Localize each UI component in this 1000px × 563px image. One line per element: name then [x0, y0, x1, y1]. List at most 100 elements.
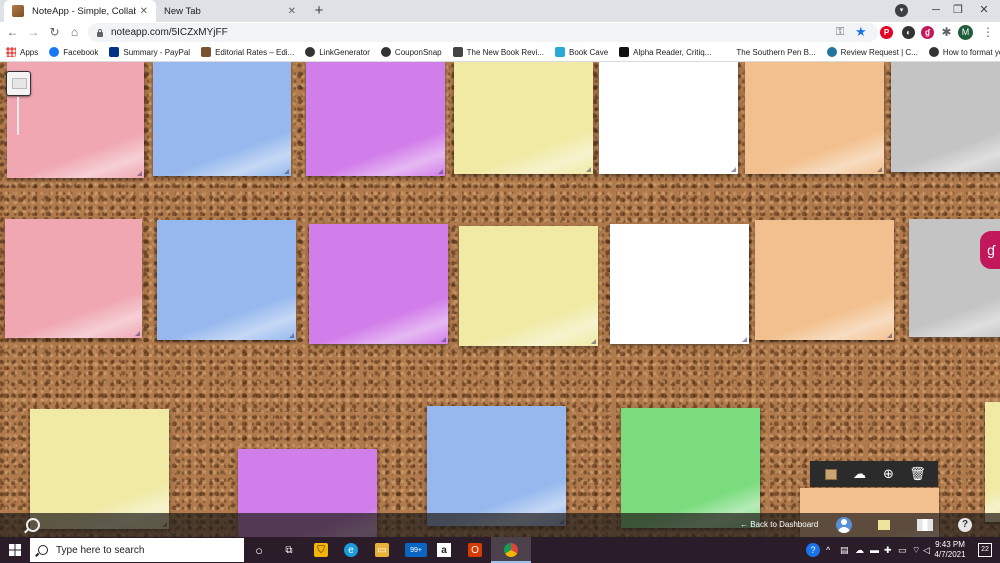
store-icon[interactable]: ⛉	[314, 543, 328, 557]
help-tray-icon[interactable]: ?	[806, 543, 820, 557]
close-icon[interactable]: ✕	[140, 6, 148, 17]
sticky-note[interactable]	[454, 62, 593, 174]
address-bar[interactable]: noteapp.com/5ICZxMYjFF	[88, 23, 878, 42]
sticky-note[interactable]	[891, 62, 1000, 172]
resize-handle-icon[interactable]	[137, 171, 142, 176]
home-icon[interactable]: ⌂	[66, 24, 83, 41]
bookmark-linkgenerator[interactable]: LinkGenerator	[305, 47, 370, 57]
resize-handle-icon[interactable]	[135, 331, 140, 336]
resize-handle-icon[interactable]	[742, 337, 747, 342]
bookmark-facebook[interactable]: Facebook	[49, 47, 98, 57]
extension-icon[interactable]: ◐	[902, 26, 915, 39]
bookmark-star-icon[interactable]: ★	[855, 24, 867, 40]
app-bottom-bar: ← Back to Dashboard ?	[0, 513, 1000, 537]
help-icon[interactable]: ?	[958, 518, 972, 532]
sticky-note[interactable]	[459, 226, 598, 346]
forward-arrow-icon[interactable]: →	[25, 24, 42, 41]
pinterest-extension-icon[interactable]: P	[880, 26, 893, 39]
bookmark-paypal[interactable]: Summary - PayPal	[109, 47, 190, 57]
sticky-note[interactable]	[306, 62, 445, 176]
close-window-icon[interactable]: ✕	[966, 0, 1000, 22]
windows-start-icon[interactable]	[9, 544, 21, 556]
zoom-slider-handle[interactable]	[6, 71, 31, 96]
resize-handle-icon[interactable]	[887, 333, 892, 338]
bookmark-how-to-format[interactable]: How to format your...	[928, 47, 1000, 57]
bookmark-southern-pen[interactable]: The Southern Pen B...	[736, 48, 815, 57]
bookmark-label: Apps	[20, 47, 39, 57]
chevron-up-icon[interactable]: ^	[826, 543, 830, 557]
resize-handle-icon[interactable]	[586, 167, 591, 172]
new-tab-button[interactable]: +	[310, 2, 328, 20]
sticky-note[interactable]	[621, 408, 760, 528]
file-explorer-icon[interactable]: ▭	[375, 543, 389, 557]
user-icon[interactable]	[836, 517, 852, 533]
cortana-icon[interactable]: ○	[252, 543, 266, 558]
sticky-note[interactable]	[309, 224, 448, 344]
battery-icon[interactable]: ▭	[898, 543, 907, 557]
browser-menu-icon[interactable]: ⋮	[982, 25, 994, 40]
puzzle-extensions-icon[interactable]: ✱	[940, 26, 953, 39]
trash-icon[interactable]: 🗑	[909, 465, 927, 483]
notification-center-icon[interactable]: 22	[978, 543, 992, 557]
close-icon[interactable]: ✕	[288, 6, 296, 17]
map-icon[interactable]	[917, 519, 933, 531]
sticky-note[interactable]	[745, 62, 884, 174]
tray-app-icon[interactable]: ▬	[870, 543, 879, 557]
crosshair-icon[interactable]: ⊕	[880, 465, 898, 483]
chrome-icon[interactable]	[504, 543, 518, 557]
sticky-note[interactable]	[985, 402, 1000, 522]
onedrive-icon[interactable]: ☁	[855, 543, 864, 557]
taskbar-search-box[interactable]: Type here to search	[30, 538, 244, 562]
tab-noteapp[interactable]: NoteApp - Simple, Collaborative ✕	[4, 0, 156, 22]
profile-avatar[interactable]: M	[958, 25, 973, 40]
office-icon[interactable]: O	[468, 543, 482, 557]
sticky-note[interactable]	[427, 406, 566, 526]
zoom-slider-track[interactable]	[17, 97, 19, 135]
sticky-note[interactable]	[157, 220, 296, 340]
globe-icon	[305, 47, 316, 57]
sticky-note[interactable]	[153, 62, 291, 176]
sticky-note[interactable]	[30, 409, 169, 529]
bookmark-label: LinkGenerator	[319, 47, 370, 57]
tab-new-tab[interactable]: New Tab ✕	[156, 0, 304, 22]
bookmark-review-request[interactable]: Review Request | C...	[826, 47, 918, 57]
resize-handle-icon[interactable]	[591, 339, 596, 344]
bookmark-book-cave[interactable]: Book Cave	[555, 47, 608, 57]
note-color-icon[interactable]	[822, 465, 840, 483]
bookmark-apps[interactable]: Apps	[6, 47, 38, 57]
add-note-icon[interactable]	[878, 520, 890, 530]
bookmark-couponsnap[interactable]: CouponSnap	[380, 47, 442, 57]
resize-handle-icon[interactable]	[877, 167, 882, 172]
reload-icon[interactable]: ↻	[46, 24, 63, 41]
tray-app-icon[interactable]: ✚	[884, 543, 892, 557]
amazon-icon[interactable]: a	[437, 543, 451, 557]
bookmark-label: Review Request | C...	[840, 47, 918, 57]
bookmark-new-book-review[interactable]: The New Book Revi...	[452, 47, 544, 57]
search-icon[interactable]	[26, 518, 40, 532]
tray-app-icon[interactable]: ▤	[840, 543, 849, 557]
wifi-icon[interactable]: ⌔	[912, 543, 920, 557]
resize-handle-icon[interactable]	[284, 169, 289, 174]
key-icon[interactable]: ⚿	[836, 25, 844, 40]
bookmark-editorial-rates[interactable]: Editorial Rates – Edi...	[201, 47, 294, 57]
grammarly-extension-icon[interactable]: ɠ	[921, 26, 934, 39]
resize-handle-icon[interactable]	[438, 169, 443, 174]
tab-search-icon[interactable]: ▾	[895, 4, 908, 17]
mail-icon[interactable]: 99+	[405, 543, 427, 557]
grammarly-side-icon[interactable]: ɠ	[980, 231, 1000, 269]
sticky-note[interactable]	[755, 220, 894, 340]
upload-cloud-icon[interactable]: ☁	[851, 465, 869, 483]
taskbar-clock[interactable]: 9:43 PM 4/7/2021	[932, 540, 968, 560]
resize-handle-icon[interactable]	[441, 337, 446, 342]
sticky-note[interactable]	[610, 224, 749, 344]
edge-icon[interactable]: e	[344, 543, 358, 557]
sticky-note[interactable]	[599, 62, 738, 174]
back-to-dashboard-link[interactable]: ← Back to Dashboard	[740, 520, 818, 529]
resize-handle-icon[interactable]	[289, 333, 294, 338]
back-arrow-icon[interactable]: ←	[4, 24, 21, 41]
resize-handle-icon[interactable]	[731, 167, 736, 172]
sticky-note[interactable]	[5, 219, 142, 338]
volume-icon[interactable]: ◁	[923, 543, 930, 557]
bookmark-alpha-reader[interactable]: Alpha Reader, Critiq...	[619, 47, 711, 57]
task-view-icon[interactable]: ⧉	[282, 543, 296, 557]
